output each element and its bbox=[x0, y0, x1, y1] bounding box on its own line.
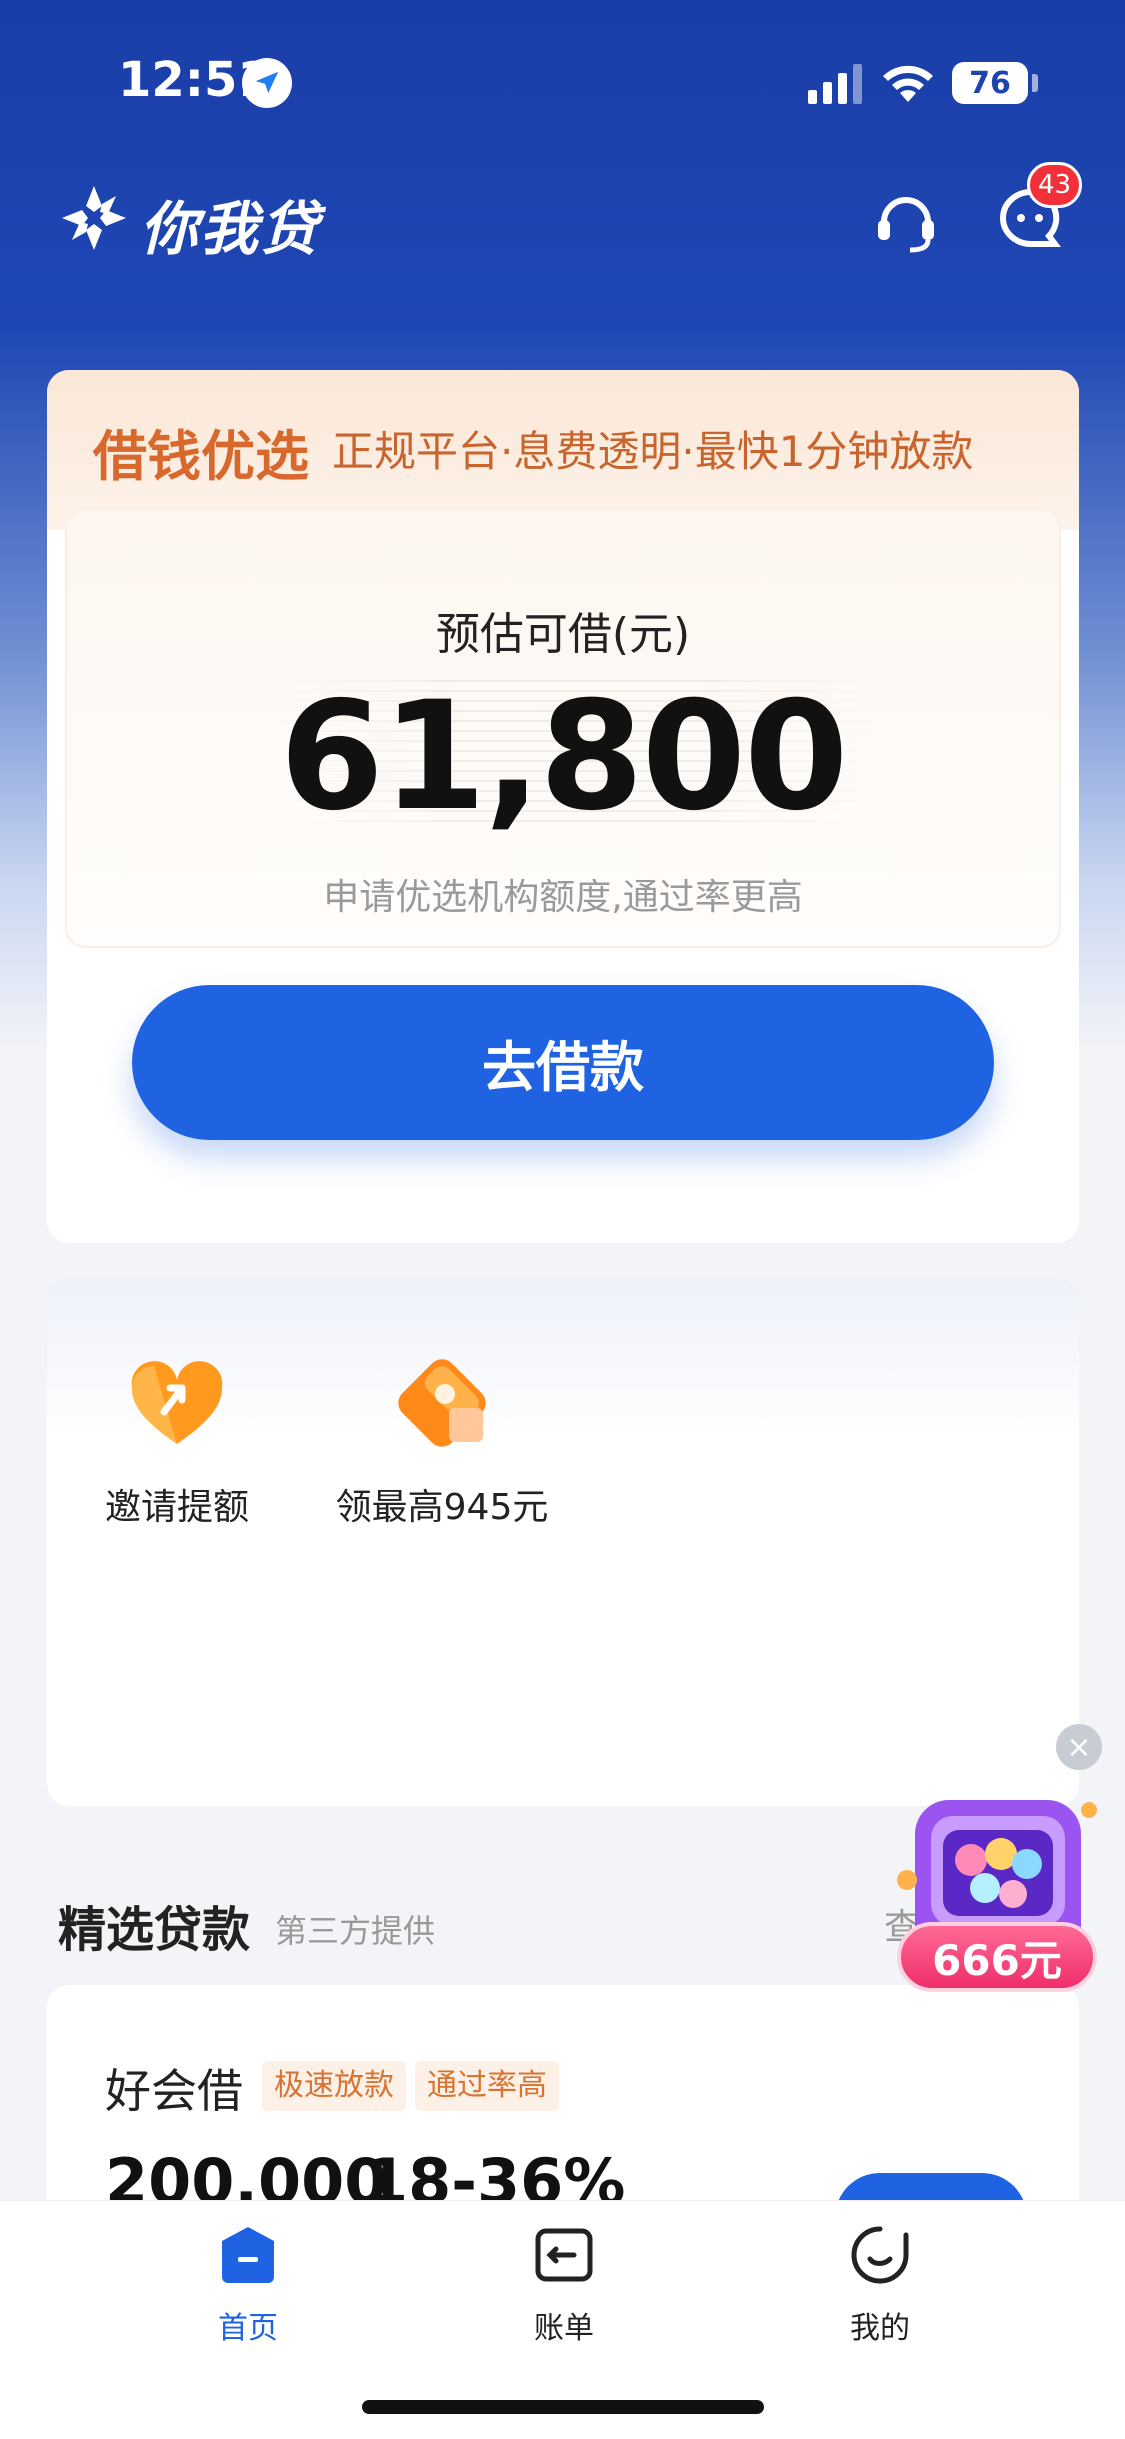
float-ad-close-button[interactable]: × bbox=[1056, 1724, 1102, 1770]
promo-label: 邀请提额 bbox=[104, 1487, 249, 1528]
float-ad-amount[interactable]: 666元 bbox=[897, 1922, 1097, 1992]
promo-coupon[interactable]: 领最高945元 bbox=[327, 1348, 557, 1530]
tab-bill[interactable]: 账单 bbox=[464, 2223, 664, 2347]
message-count-badge: 43 bbox=[1027, 162, 1083, 208]
bill-icon bbox=[535, 2228, 593, 2282]
tab-label: 我的 bbox=[850, 2311, 910, 2346]
battery-level: 76 bbox=[969, 65, 1011, 101]
home-indicator bbox=[362, 2400, 764, 2414]
borrow-button[interactable]: 去借款 bbox=[132, 985, 994, 1140]
app-name: 你我贷 bbox=[140, 195, 321, 263]
loan-amount-panel: 预估可借(元) 61,800 申请优选机构额度,通过率更高 bbox=[65, 508, 1061, 948]
loan-brand-title: 借钱优选 bbox=[93, 424, 309, 488]
section-subtitle: 第三方提供 bbox=[275, 1912, 436, 1950]
loan-card-header: 借钱优选 正规平台·息费透明·最快1分钟放款 bbox=[47, 370, 1079, 530]
app-header: 你我贷 bbox=[0, 170, 1125, 270]
battery-tip bbox=[1032, 74, 1038, 92]
product-name: 好会借 bbox=[105, 2064, 243, 2118]
customer-service-headset-icon[interactable] bbox=[870, 184, 942, 256]
location-arrow-icon bbox=[242, 58, 292, 108]
cellular-signal-icon bbox=[808, 64, 862, 104]
section-title: 精选贷款 bbox=[58, 1902, 251, 1958]
home-icon bbox=[222, 2227, 274, 2283]
battery-icon: 76 bbox=[952, 62, 1028, 104]
tab-label: 首页 bbox=[218, 2311, 278, 2346]
profile-icon bbox=[851, 2226, 909, 2284]
tab-home[interactable]: 首页 bbox=[148, 2223, 348, 2347]
wifi-icon bbox=[883, 65, 933, 102]
promo-invite-raise-limit[interactable]: 邀请提额 bbox=[102, 1348, 252, 1530]
loan-card: 借钱优选 正规平台·息费透明·最快1分钟放款 预估可借(元) 61,800 申请… bbox=[47, 370, 1079, 1243]
heart-arrow-icon bbox=[131, 1361, 223, 1444]
status-bar: 12:51 76 bbox=[0, 0, 1125, 160]
estimated-amount: 61,800 bbox=[279, 670, 849, 844]
promo-card: 邀请提额 领最高945元 bbox=[47, 1278, 1079, 1806]
coupon-tag-icon bbox=[398, 1359, 486, 1447]
product-tag: 通过率高 bbox=[415, 2061, 559, 2111]
tab-label: 账单 bbox=[534, 2311, 594, 2346]
amount-hint: 申请优选机构额度,通过率更高 bbox=[323, 877, 803, 918]
estimate-label: 预估可借(元) bbox=[435, 609, 691, 660]
tab-mine[interactable]: 我的 bbox=[780, 2223, 980, 2347]
product-tag: 极速放款 bbox=[262, 2061, 406, 2111]
loan-slogan: 正规平台·息费透明·最快1分钟放款 bbox=[332, 427, 974, 476]
app-logo-icon bbox=[62, 186, 126, 250]
promo-label: 领最高945元 bbox=[335, 1487, 549, 1528]
